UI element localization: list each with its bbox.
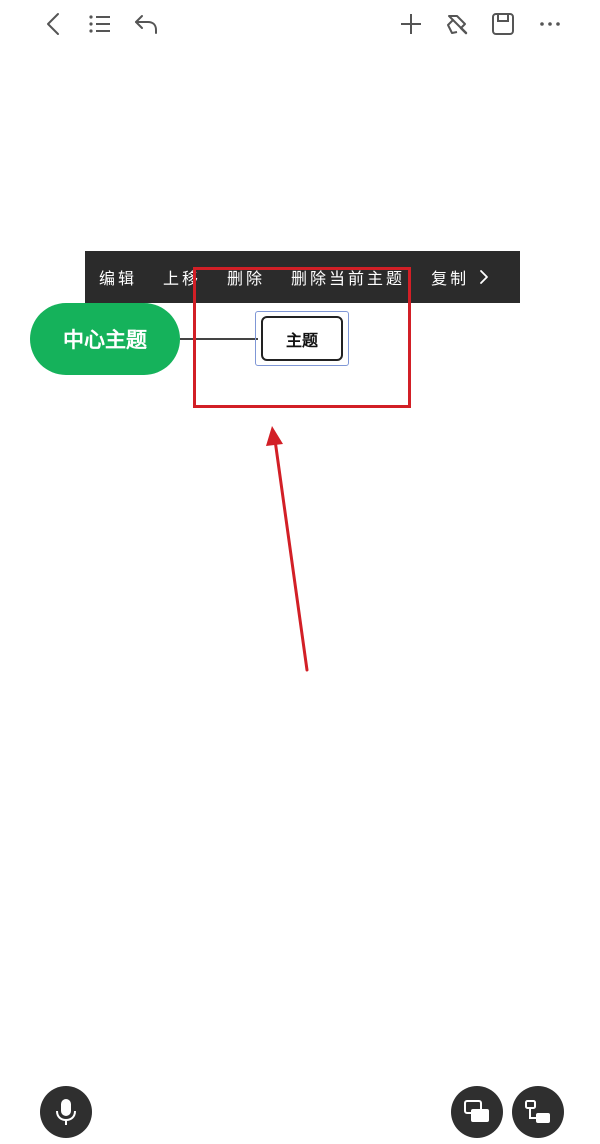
add-button[interactable] xyxy=(391,4,431,44)
layout-icon xyxy=(464,1100,489,1122)
menu-delete[interactable]: 删除 xyxy=(227,265,265,289)
menu-delete-current-topic[interactable]: 删除当前主题 xyxy=(291,265,405,289)
add-icon xyxy=(401,14,421,34)
microphone-icon xyxy=(56,1099,76,1125)
outline-list-icon xyxy=(89,15,110,33)
back-chevron-icon xyxy=(47,13,59,35)
menu-copy[interactable]: 复制 xyxy=(431,265,469,289)
voice-input-button[interactable] xyxy=(40,1086,92,1138)
more-icon xyxy=(540,22,560,26)
mindmap-screen: 编辑 上移 删除 删除当前主题 复制 中心主题 主题 xyxy=(0,0,600,1144)
central-topic-node[interactable]: 中心主题 xyxy=(30,303,180,375)
structure-button[interactable] xyxy=(512,1086,564,1138)
more-button[interactable] xyxy=(530,4,570,44)
node-context-menu: 编辑 上移 删除 删除当前主题 复制 xyxy=(85,251,520,303)
style-button[interactable] xyxy=(437,4,477,44)
menu-edit[interactable]: 编辑 xyxy=(99,265,137,289)
undo-button[interactable] xyxy=(126,4,166,44)
layout-button[interactable] xyxy=(451,1086,503,1138)
undo-icon xyxy=(135,15,157,34)
outline-button[interactable] xyxy=(80,4,120,44)
back-button[interactable] xyxy=(34,4,74,44)
chevron-right-icon xyxy=(480,270,488,284)
annotation-arrow xyxy=(266,426,309,672)
structure-icon xyxy=(525,1100,550,1123)
save-icon xyxy=(492,13,514,35)
menu-more-button[interactable] xyxy=(475,251,493,303)
save-button[interactable] xyxy=(483,4,523,44)
style-brush-icon xyxy=(447,15,468,35)
topic-connector-line xyxy=(180,338,258,340)
sub-topic-node[interactable]: 主题 xyxy=(261,316,343,361)
menu-move-up[interactable]: 上移 xyxy=(163,265,201,289)
